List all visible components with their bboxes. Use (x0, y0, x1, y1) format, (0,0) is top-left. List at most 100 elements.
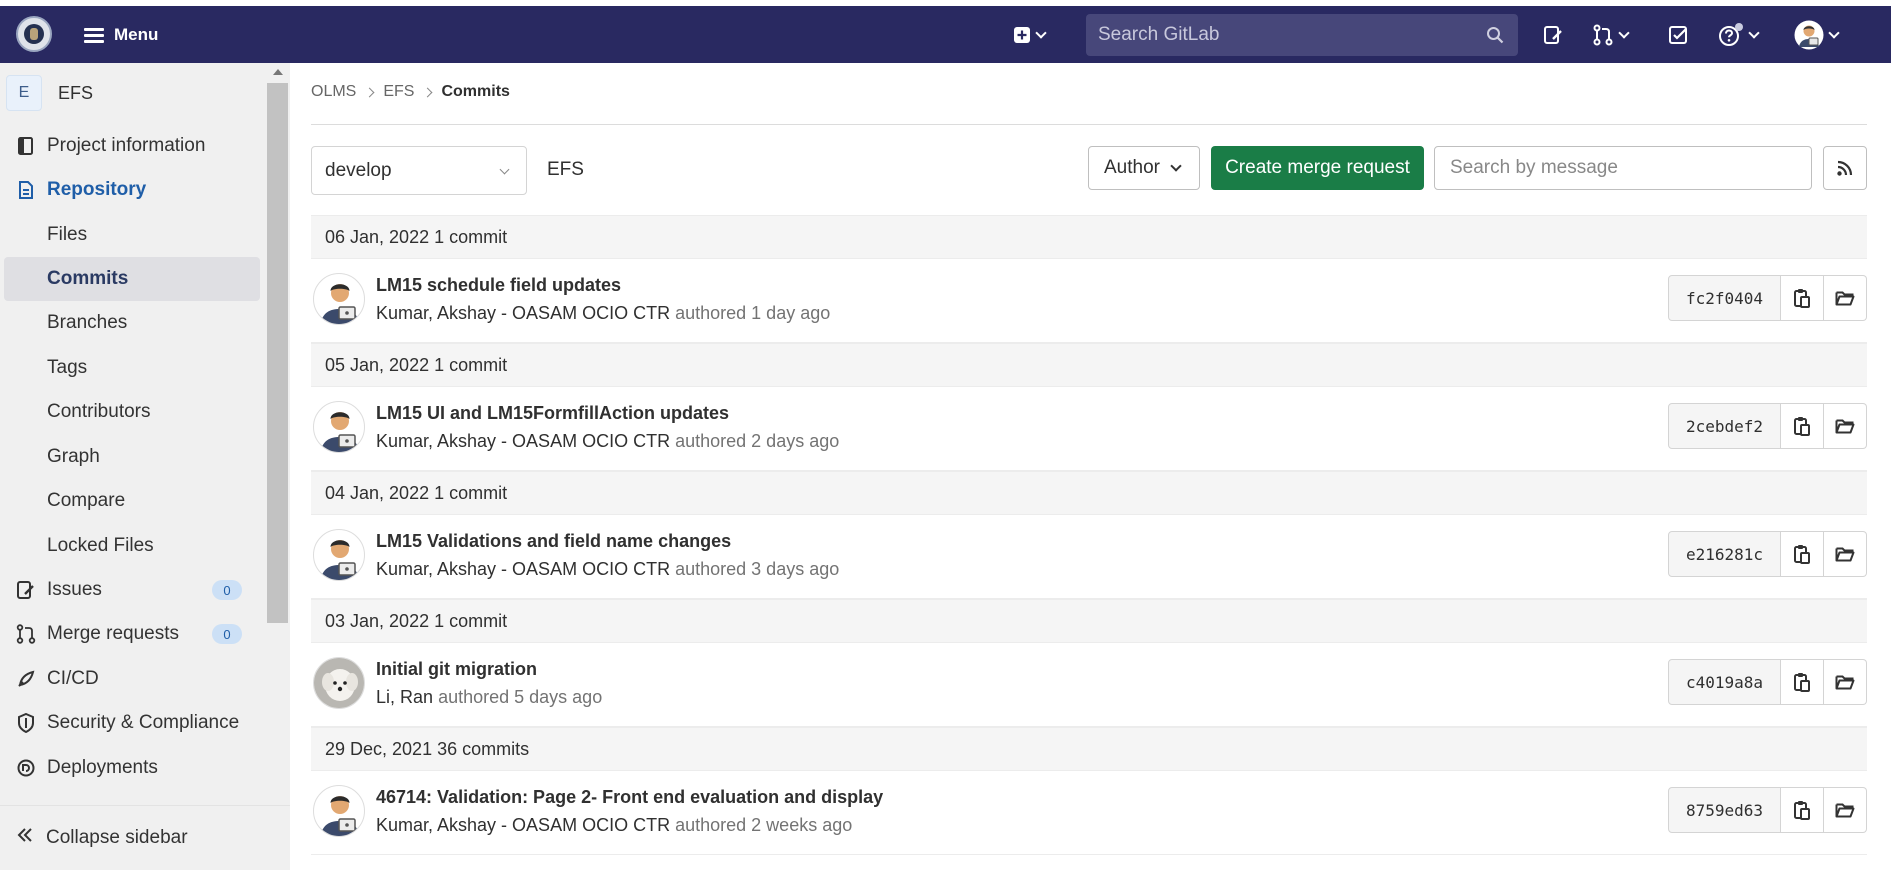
project-avatar: E (6, 75, 42, 111)
commit-day-date: 06 Jan, 2022 (325, 226, 430, 247)
chevron-down-icon (1035, 26, 1047, 39)
copy-sha-button[interactable] (1781, 275, 1824, 321)
issues-shortcut[interactable] (1542, 22, 1564, 48)
copy-sha-button[interactable] (1781, 531, 1824, 577)
commit-row: LM15 Validations and field name changes … (311, 515, 1867, 599)
chevron-down-icon (1618, 26, 1630, 39)
sidebar-item-files[interactable]: Files (0, 213, 260, 257)
commit-time: 1 day ago (751, 303, 831, 323)
collapse-sidebar-button[interactable]: Collapse sidebar (0, 805, 290, 870)
project-name: EFS (58, 82, 94, 103)
sidebar-item-commits[interactable]: Commits (4, 257, 260, 301)
breadcrumb-item-efs[interactable]: EFS (383, 83, 414, 101)
author-avatar[interactable] (313, 785, 365, 837)
browse-files-button[interactable] (1824, 531, 1867, 577)
commit-author[interactable]: Kumar, Akshay - OASAM OCIO CTR (376, 559, 670, 579)
commit-day-header: 06 Jan, 2022 1 commit (311, 215, 1867, 259)
folder-open-icon (1835, 419, 1855, 434)
commit-author[interactable]: Kumar, Akshay - OASAM OCIO CTR (376, 431, 670, 451)
commit-title[interactable]: LM15 UI and LM15FormfillAction updates (376, 403, 729, 424)
commit-author[interactable]: Kumar, Akshay - OASAM OCIO CTR (376, 303, 670, 323)
sidebar-item-label: Commits (47, 268, 129, 289)
commit-row: LM15 schedule field updates Kumar, Aksha… (311, 259, 1867, 343)
chevron-down-icon (1170, 159, 1182, 172)
commit-sha[interactable]: 2cebdef2 (1668, 403, 1781, 449)
global-search-input[interactable] (1098, 24, 1478, 46)
browse-files-button[interactable] (1824, 403, 1867, 449)
document-icon (16, 180, 36, 200)
gitlab-logo[interactable] (16, 16, 52, 52)
folder-open-icon (1835, 803, 1855, 818)
commit-sha[interactable]: c4019a8a (1668, 659, 1781, 705)
sidebar-scrollbar-thumb[interactable] (267, 83, 288, 623)
sidebar-item-deployments[interactable]: Deployments (0, 746, 260, 790)
commit-sha-group: 8759ed63 (1668, 787, 1867, 833)
sidebar-item-graph[interactable]: Graph (0, 435, 260, 479)
menu-button[interactable]: Menu (84, 21, 158, 49)
author-avatar[interactable] (313, 657, 365, 709)
double-chevron-left-icon (16, 826, 34, 850)
author-filter-button[interactable]: Author (1088, 146, 1200, 190)
plus-square-icon (1014, 27, 1030, 43)
rss-feed-button[interactable] (1823, 146, 1867, 190)
breadcrumb-item-commits[interactable]: Commits (441, 83, 509, 101)
merge-requests-shortcut[interactable] (1592, 22, 1630, 48)
commit-sha[interactable]: 8759ed63 (1668, 787, 1781, 833)
commit-sha-group: fc2f0404 (1668, 275, 1867, 321)
sidebar-item-project-information[interactable]: Project information (0, 124, 260, 168)
commit-message-search-input[interactable] (1434, 146, 1812, 190)
copy-sha-button[interactable] (1781, 659, 1824, 705)
commit-authored-word: authored (675, 559, 747, 579)
sidebar-item-label: Security & Compliance (47, 712, 240, 733)
commit-title[interactable]: 46714: Validation: Page 2- Front end eva… (376, 787, 883, 808)
branch-selector[interactable]: develop (311, 146, 527, 195)
browse-files-button[interactable] (1824, 787, 1867, 833)
sidebar-item-repository[interactable]: Repository (0, 168, 260, 212)
help-dropdown[interactable] (1718, 22, 1760, 48)
sidebar-item-branches[interactable]: Branches (0, 301, 260, 345)
chevron-right-icon (364, 87, 375, 97)
breadcrumb-item-olms[interactable]: OLMS (311, 83, 356, 101)
sidebar-item-ci-cd[interactable]: CI/CD (0, 657, 260, 701)
commit-title[interactable]: Initial git migration (376, 659, 537, 680)
commit-author[interactable]: Li, Ran (376, 687, 433, 707)
commit-day-date: 03 Jan, 2022 (325, 610, 430, 631)
author-avatar[interactable] (313, 401, 365, 453)
sidebar-item-label: Contributors (47, 401, 151, 422)
copy-sha-button[interactable] (1781, 403, 1824, 449)
repository-path[interactable]: EFS (547, 159, 584, 181)
scroll-up-arrow-icon[interactable] (273, 69, 283, 75)
chevron-down-icon (1748, 26, 1760, 39)
clipboard-icon (1794, 289, 1810, 308)
copy-sha-button[interactable] (1781, 787, 1824, 833)
sidebar-item-label: Locked Files (47, 535, 154, 556)
browse-files-button[interactable] (1824, 275, 1867, 321)
browse-files-button[interactable] (1824, 659, 1867, 705)
commit-sha[interactable]: fc2f0404 (1668, 275, 1781, 321)
global-search[interactable] (1086, 14, 1518, 56)
sidebar-item-issues[interactable]: Issues 0 (0, 568, 260, 612)
commit-title[interactable]: LM15 schedule field updates (376, 275, 621, 296)
author-avatar[interactable] (313, 529, 365, 581)
user-menu[interactable] (1794, 20, 1840, 50)
commit-author[interactable]: Kumar, Akshay - OASAM OCIO CTR (376, 815, 670, 835)
commit-sha[interactable]: e216281c (1668, 531, 1781, 577)
commit-day-date: 04 Jan, 2022 (325, 482, 430, 503)
sidebar-item-locked-files[interactable]: Locked Files (0, 524, 260, 568)
sidebar-item-security-compliance[interactable]: Security & Compliance (0, 701, 260, 745)
author-avatar[interactable] (313, 273, 365, 325)
commit-title[interactable]: LM15 Validations and field name changes (376, 531, 731, 552)
sidebar-item-merge-requests[interactable]: Merge requests 0 (0, 612, 260, 656)
todos-shortcut[interactable] (1668, 22, 1690, 48)
commit-meta: Kumar, Akshay - OASAM OCIO CTR authored … (376, 559, 839, 580)
sidebar-item-contributors[interactable]: Contributors (0, 390, 260, 434)
new-item-dropdown[interactable] (1013, 22, 1047, 48)
commit-meta: Kumar, Akshay - OASAM OCIO CTR authored … (376, 303, 830, 324)
clipboard-icon (1794, 801, 1810, 820)
sidebar-item-label: Issues (47, 579, 102, 600)
sidebar-item-compare[interactable]: Compare (0, 479, 260, 523)
commit-day-date: 29 Dec, 2021 (325, 738, 433, 759)
sidebar-item-tags[interactable]: Tags (0, 346, 260, 390)
create-merge-request-button[interactable]: Create merge request (1211, 146, 1424, 190)
sidebar-project-header[interactable]: E EFS (0, 63, 267, 123)
